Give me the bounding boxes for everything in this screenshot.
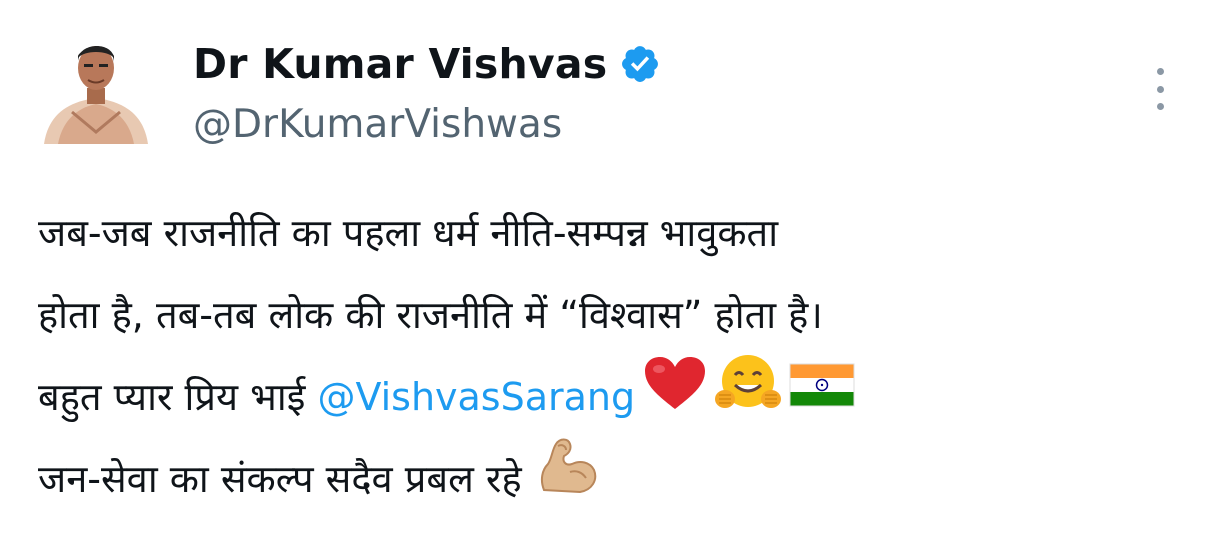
flexed-biceps-emoji [536, 436, 598, 522]
tweet-text: जब-जब राजनीति का पहला धर्म नीति-सम्पन्न … [38, 192, 1198, 520]
more-options-icon[interactable] [1150, 68, 1170, 110]
tweet-line: जब-जब राजनीति का पहला धर्म नीति-सम्पन्न … [38, 192, 1198, 274]
cut-off-link [38, 545, 148, 556]
tweet-line: होता है, तब-तब लोक की राजनीति में “विश्व… [38, 274, 1198, 356]
tweet-line: बहुत प्यार प्रिय भाई @VishvasSarang [38, 353, 1198, 441]
verified-badge-icon [619, 43, 661, 85]
profile-photo [38, 36, 154, 144]
avatar[interactable] [38, 36, 154, 144]
tweet-line-text: होता है, तब-तब लोक की राजनीति में “विश्व… [38, 293, 823, 337]
tweet-line-text: जन-सेवा का संकल्प सदैव प्रबल रहे [38, 457, 522, 501]
mention-link[interactable]: @VishvasSarang [317, 356, 635, 438]
tweet-line-text: बहुत प्यार प्रिय भाई [38, 375, 318, 419]
tweet-card: Dr Kumar Vishvas @DrKumarVishwas जब-जब र… [0, 0, 1220, 556]
red-heart-emoji [643, 355, 707, 439]
author-name-row: Dr Kumar Vishvas [193, 40, 661, 88]
display-name[interactable]: Dr Kumar Vishvas [193, 40, 607, 88]
india-flag-emoji [789, 356, 855, 438]
tweet-line-text: जब-जब राजनीति का पहला धर्म नीति-सम्पन्न … [38, 211, 779, 255]
tweet-line: जन-सेवा का संकल्प सदैव प्रबल रहे [38, 438, 1198, 520]
user-handle[interactable]: @DrKumarVishwas [193, 102, 562, 147]
hugging-face-emoji [715, 353, 782, 441]
